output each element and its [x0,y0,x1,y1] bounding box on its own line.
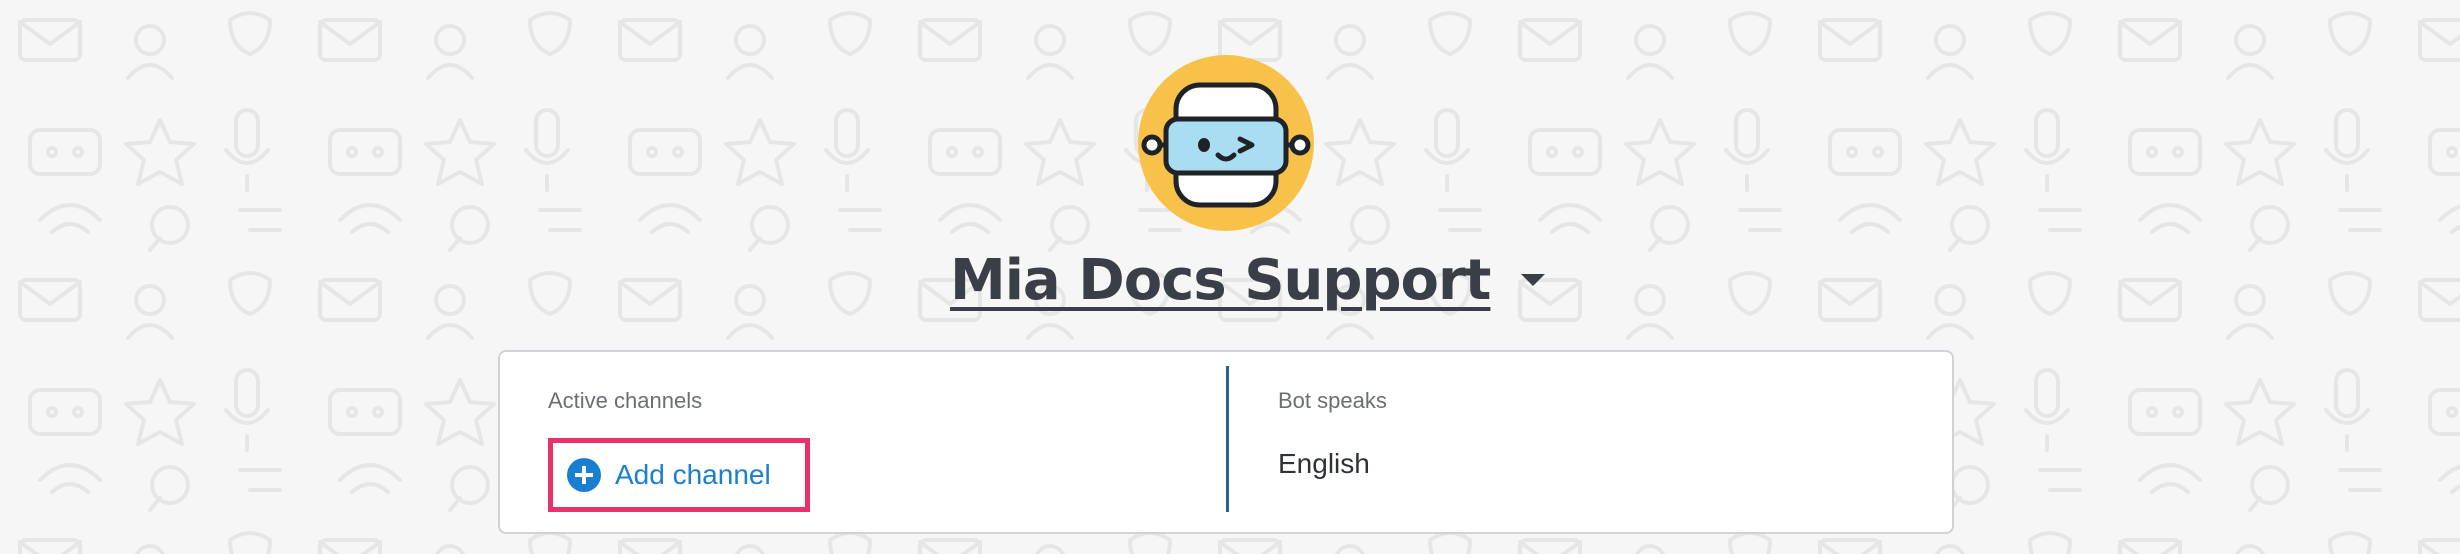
bot-name-title[interactable]: Mia Docs Support [950,248,1491,313]
bot-title-row: Mia Docs Support [950,240,1546,320]
plus-circle-icon [567,458,601,492]
caret-down-icon[interactable] [1520,270,1546,290]
bot-info-card: Active channels Add channel Bot speaks E… [498,350,1954,534]
bot-speaks-label: Bot speaks [1278,388,1387,413]
active-channels-label: Active channels [548,388,703,413]
active-channels-section: Active channels Add channel [548,352,1228,532]
bot-language-section: Bot speaks English [1278,352,1878,532]
robot-avatar-icon [1138,55,1314,231]
bot-language-value: English [1278,448,1370,479]
add-channel-label: Add channel [615,459,771,490]
section-divider [1226,366,1229,512]
add-channel-button[interactable]: Add channel [548,438,810,512]
